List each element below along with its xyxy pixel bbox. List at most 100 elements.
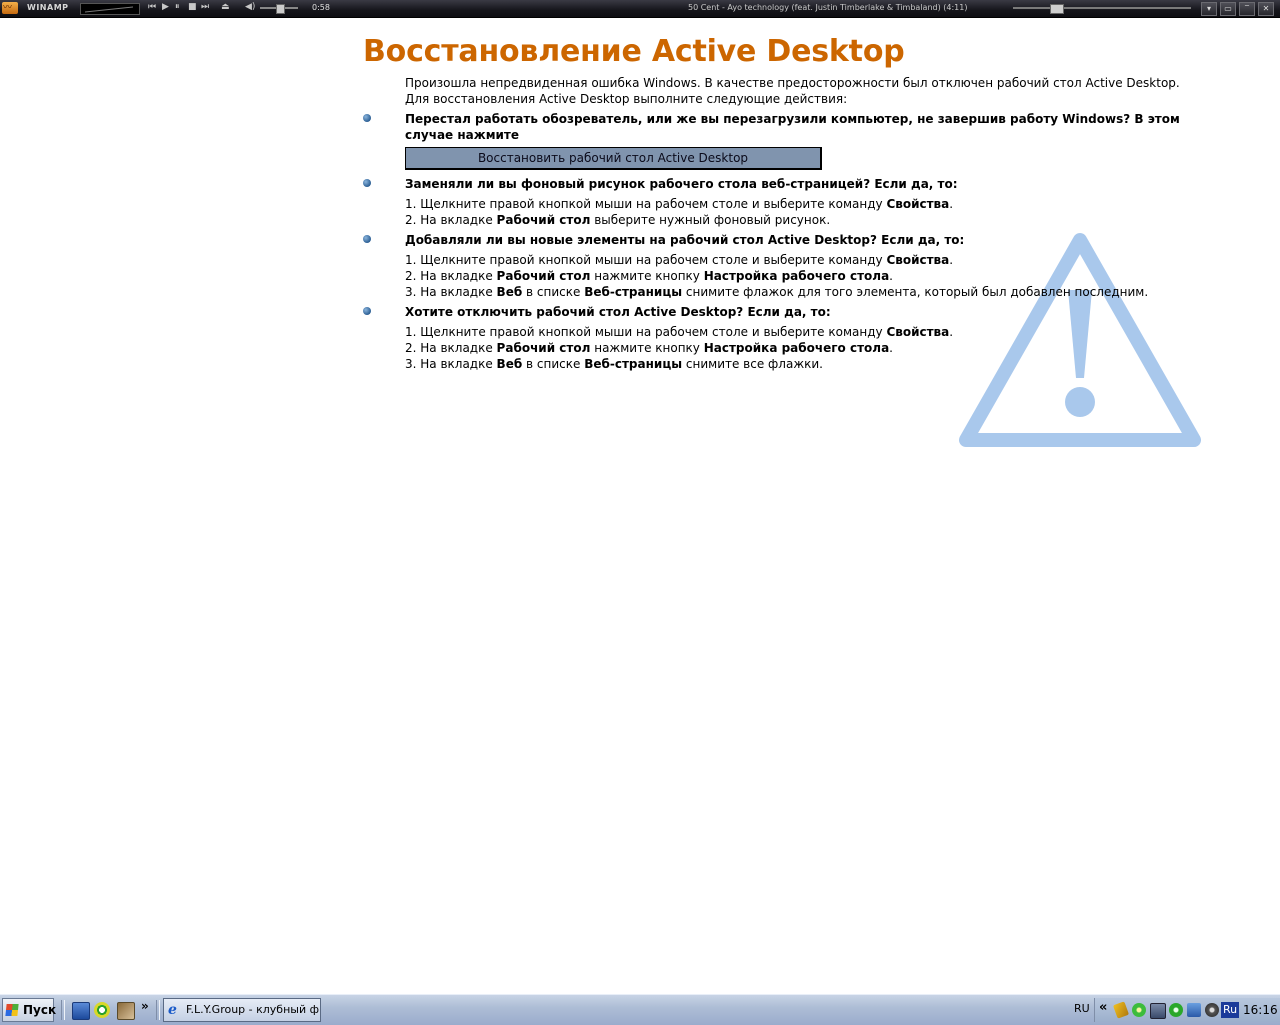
winamp-logo-icon[interactable] [2,0,18,14]
winamp-visualizer[interactable] [80,3,140,15]
step-text: 3. На вкладке [405,357,497,371]
step-item: 2. На вкладке Рабочий стол нажмите кнопк… [405,268,1183,284]
taskbar-window-button[interactable]: e F.L.Y.Group - клубный ф... [163,998,321,1022]
restore-active-desktop-button[interactable]: Восстановить рабочий стол Active Desktop [405,147,822,170]
page-content: Восстановление Active Desktop Произошла … [363,30,1183,372]
icq-tray-icon[interactable] [1132,1003,1146,1017]
winamp-track-title: 50 Cent - Ayo technology (feat. Justin T… [688,3,968,12]
step-text: . [949,197,954,211]
step-text: . [949,325,954,339]
bullet-icon [363,307,371,315]
step-item: 3. На вкладке Веб в списке Веб-страницы … [405,356,1183,372]
step-text: 2. На вкладке [405,213,497,227]
app-quicklaunch-icon[interactable] [117,1002,135,1020]
taskbar-separator [156,1000,160,1020]
step-item: 1. Щелкните правой кнопкой мыши на рабоч… [405,252,1183,268]
play-icon[interactable]: ▶ [162,2,169,12]
quicklaunch-more-chevron[interactable]: » [141,999,149,1013]
step-text: . [889,341,893,355]
winamp-restore-button[interactable]: ▭ [1220,2,1236,16]
taskbar-separator [61,1000,65,1020]
step-text: снимите все флажки. [682,357,823,371]
step-text: 2. На вкладке [405,269,497,283]
page-title: Восстановление Active Desktop [363,34,905,69]
system-tray: « Ru 16:16 [1094,998,1280,1022]
step-text: . [889,269,893,283]
step-bold: Настройка рабочего стола [703,269,890,283]
language-bar[interactable]: RU [1074,1002,1092,1018]
volume-slider[interactable] [260,4,298,14]
bullet-icon [363,179,371,187]
language-indicator[interactable]: Ru [1221,1002,1239,1018]
winamp-minimize-button[interactable]: ‾ [1239,2,1255,16]
step-text: выберите нужный фоновый рисунок. [590,213,831,227]
step-text: снимите флажок для того элемента, которы… [682,285,1149,299]
step-bold: Веб-страницы [584,285,683,299]
section-disable: Хотите отключить рабочий стол Active Des… [363,304,1183,372]
step-text: 3. На вкладке [405,285,497,299]
taskbar: Пуск » e F.L.Y.Group - клубный ф... RU «… [0,994,1280,1025]
winamp-menu-button[interactable]: ▾ [1201,2,1217,16]
step-text: 1. Щелкните правой кнопкой мыши на рабоч… [405,197,887,211]
step-bold: Свойства [886,197,950,211]
section-question: Добавляли ли вы новые элементы на рабочи… [405,233,965,247]
step-item: 1. Щелкните правой кнопкой мыши на рабоч… [405,324,1183,340]
section-question: Заменяли ли вы фоновый рисунок рабочего … [405,177,958,191]
step-text: нажмите кнопку [590,269,704,283]
pause-icon[interactable]: ⏸ [175,2,180,12]
start-button[interactable]: Пуск [2,998,57,1022]
eject-icon[interactable]: ⏏ [221,2,230,12]
intro-line-1: Произошла непредвиденная ошибка Windows.… [405,76,1180,90]
media-tray-icon[interactable] [1205,1003,1219,1017]
step-bold: Свойства [886,325,950,339]
taskbar-window-title: F.L.Y.Group - клубный ф... [186,1003,321,1016]
pencil-tray-icon[interactable] [1112,1001,1130,1019]
winamp-brand: WINAMP [27,3,69,12]
bullet-icon [363,114,371,122]
step-bold: Рабочий стол [496,213,591,227]
step-text: 1. Щелкните правой кнопкой мыши на рабоч… [405,253,887,267]
section-restart: Перестал работать обозреватель, или же в… [363,111,1183,170]
start-label: Пуск [23,1003,57,1017]
winamp-bar: WINAMP ⏮ ▶ ⏸ ■ ⏭ ⏏ ◀) 0:58 50 Cent - Ayo… [0,0,1280,18]
section-question: Хотите отключить рабочий стол Active Des… [405,305,831,319]
winamp-close-button[interactable]: ✕ [1258,2,1274,16]
section-question: Перестал работать обозреватель, или же в… [405,112,1180,142]
bullet-icon [363,235,371,243]
browser-quicklaunch-icon[interactable] [94,1002,110,1018]
download-tray-icon[interactable] [1169,1003,1183,1017]
section-new-elements: Добавляли ли вы новые элементы на рабочи… [363,232,1183,300]
step-bold: Веб [496,285,523,299]
windows-logo-icon [5,1004,19,1016]
next-icon[interactable]: ⏭ [201,2,209,12]
step-bold: Свойства [886,253,950,267]
show-desktop-icon[interactable] [72,1002,90,1020]
step-item: 1. Щелкните правой кнопкой мыши на рабоч… [405,196,1183,212]
step-bold: Настройка рабочего стола [703,341,890,355]
step-text: в списке [522,357,585,371]
section-background: Заменяли ли вы фоновый рисунок рабочего … [363,176,1183,228]
stop-icon[interactable]: ■ [188,2,197,12]
step-text: . [949,253,954,267]
step-text: 1. Щелкните правой кнопкой мыши на рабоч… [405,325,887,339]
volume-icon: ◀) [245,2,256,12]
tray-expand-chevron[interactable]: « [1099,1000,1107,1015]
step-text: нажмите кнопку [590,341,704,355]
network-tray-icon[interactable] [1150,1003,1166,1019]
clock[interactable]: 16:16 [1243,1003,1278,1017]
step-item: 2. На вкладке Рабочий стол выберите нужн… [405,212,1183,228]
step-item: 3. На вкладке Веб в списке Веб-страницы … [405,284,1183,300]
step-item: 2. На вкладке Рабочий стол нажмите кнопк… [405,340,1183,356]
step-text: в списке [522,285,585,299]
step-bold: Рабочий стол [496,269,591,283]
internet-explorer-icon: e [168,1002,177,1018]
step-bold: Веб-страницы [584,357,683,371]
previous-icon[interactable]: ⏮ [148,2,156,12]
seek-slider[interactable] [1013,4,1191,14]
step-bold: Веб [496,357,523,371]
connection-tray-icon[interactable] [1187,1003,1201,1017]
intro-text: Произошла непредвиденная ошибка Windows.… [405,75,1183,107]
intro-line-2: Для восстановления Active Desktop выполн… [405,92,848,106]
step-text: 2. На вкладке [405,341,497,355]
step-bold: Рабочий стол [496,341,591,355]
